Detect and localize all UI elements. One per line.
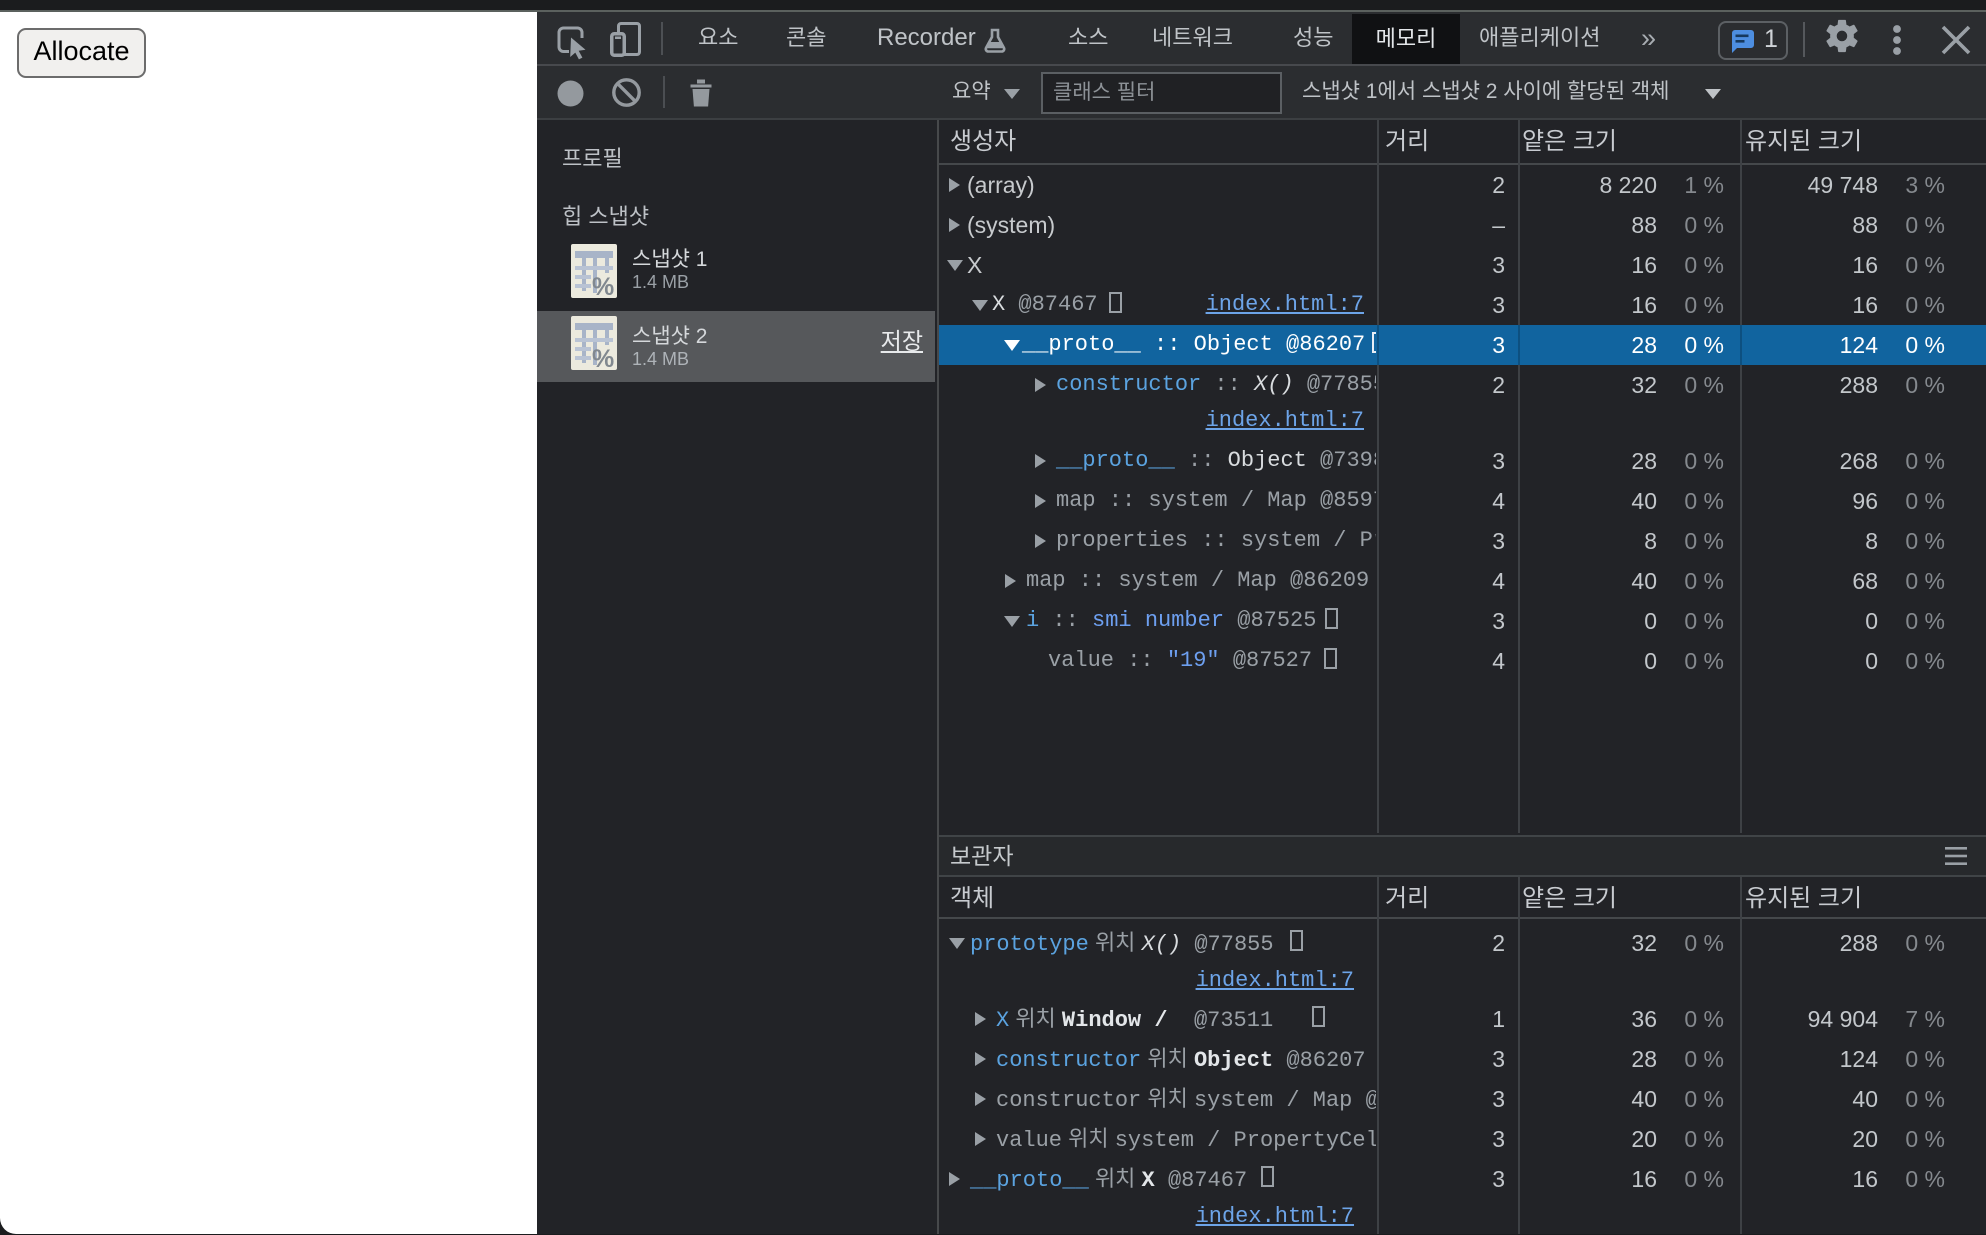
svg-text:%: % bbox=[592, 273, 614, 301]
svg-text:%: % bbox=[592, 345, 614, 373]
